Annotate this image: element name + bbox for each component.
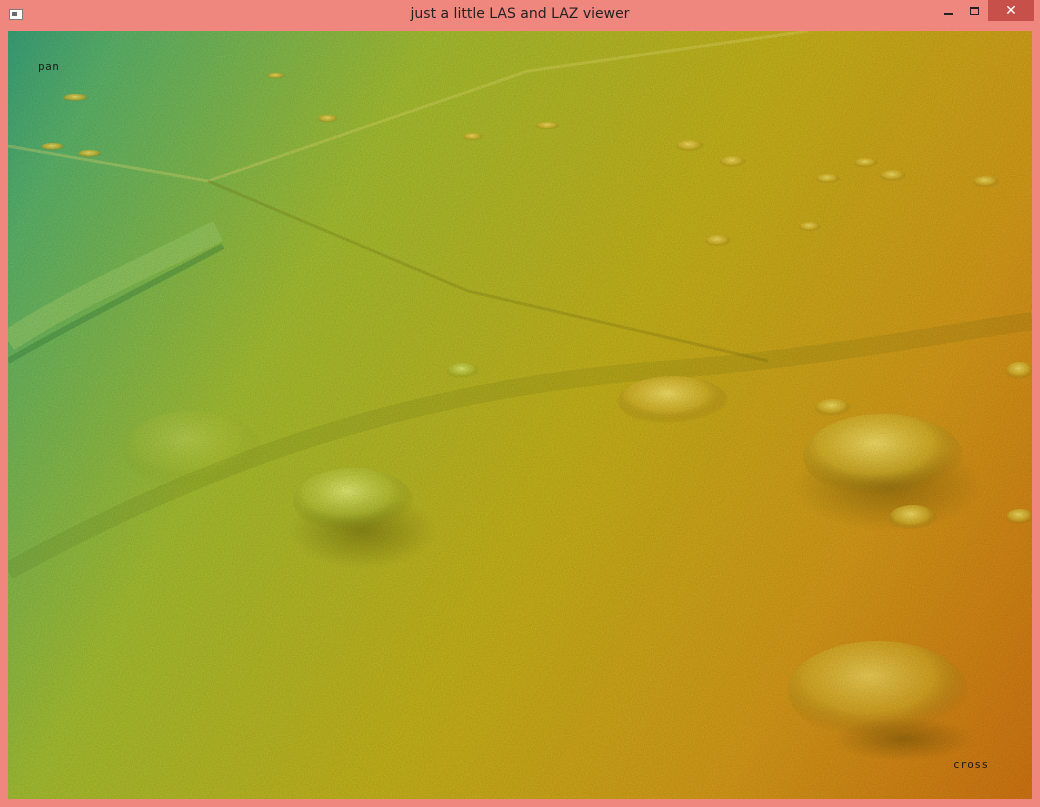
- maximize-button[interactable]: [961, 0, 987, 21]
- close-button[interactable]: ✕: [988, 0, 1034, 21]
- terrain-viewport[interactable]: pan cross: [8, 31, 1032, 799]
- cursor-label: cross: [953, 758, 989, 771]
- window-title: just a little LAS and LAZ viewer: [410, 6, 630, 22]
- title-bar[interactable]: just a little LAS and LAZ viewer ✕: [0, 0, 1040, 30]
- minimize-button[interactable]: [935, 0, 961, 21]
- terrain-render: [8, 31, 1032, 799]
- app-window: just a little LAS and LAZ viewer ✕ pan c…: [0, 0, 1040, 807]
- close-icon: ✕: [1005, 2, 1017, 19]
- maximize-icon: [969, 6, 979, 15]
- mode-label: pan: [38, 60, 60, 73]
- minimize-icon: [943, 12, 953, 15]
- surface-texture: [8, 31, 1032, 799]
